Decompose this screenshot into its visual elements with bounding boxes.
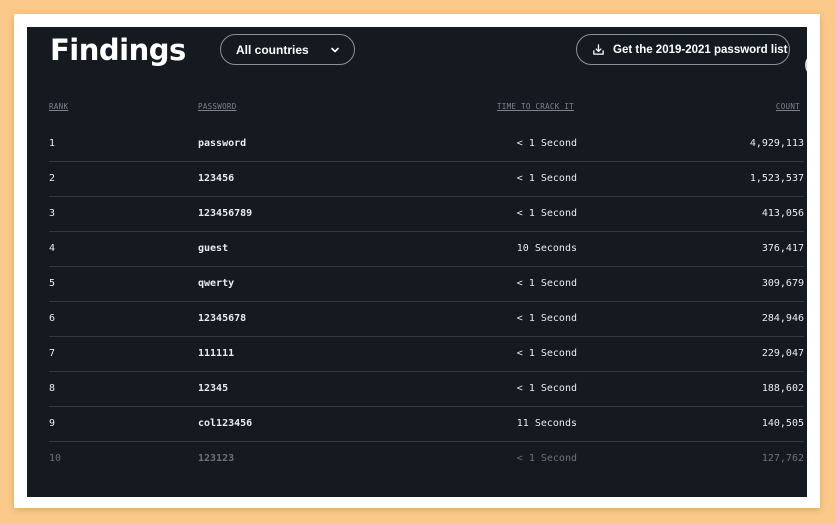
download-list-button[interactable]: Get the 2019-2021 password list: [576, 34, 790, 65]
download-icon: [593, 44, 604, 55]
password-cell: 123456789: [198, 208, 253, 219]
rank-cell: 10: [49, 453, 62, 464]
table-header: RANK PASSWORD TIME TO CRACK IT COUNT: [49, 102, 804, 114]
column-header-time[interactable]: TIME TO CRACK IT: [497, 102, 574, 111]
rank-cell: 7: [49, 348, 56, 359]
password-cell: 123123: [198, 453, 235, 464]
password-cell: 12345: [198, 383, 229, 394]
download-list-label: Get the 2019-2021 password list: [613, 43, 788, 56]
time-cell: < 1 Second: [516, 383, 577, 394]
column-header-rank[interactable]: RANK: [49, 102, 68, 111]
table-row: 7 111111 < 1 Second 229,047: [49, 337, 804, 372]
count-cell: 188,602: [761, 383, 804, 394]
time-cell: < 1 Second: [516, 278, 577, 289]
rank-cell: 8: [49, 383, 56, 394]
rank-cell: 3: [49, 208, 56, 219]
password-cell: password: [198, 138, 247, 149]
time-cell: 10 Seconds: [516, 243, 577, 254]
count-cell: 1,523,537: [749, 173, 804, 184]
chevron-down-icon: [331, 47, 339, 53]
password-cell: 123456: [198, 173, 235, 184]
password-table: 1 password < 1 Second 4,929,113 2 123456…: [49, 127, 804, 477]
time-cell: < 1 Second: [516, 138, 577, 149]
column-header-password[interactable]: PASSWORD: [198, 102, 237, 111]
table-row: 6 12345678 < 1 Second 284,946: [49, 302, 804, 337]
page-title: Findings: [50, 33, 186, 67]
table-row: 3 123456789 < 1 Second 413,056: [49, 197, 804, 232]
password-cell: guest: [198, 243, 229, 254]
time-cell: < 1 Second: [516, 208, 577, 219]
table-row: 8 12345 < 1 Second 188,602: [49, 372, 804, 407]
table-row: 10 123123 < 1 Second 127,762: [49, 442, 804, 477]
count-cell: 284,946: [761, 313, 804, 324]
column-header-count[interactable]: COUNT: [776, 102, 800, 111]
rank-cell: 5: [49, 278, 56, 289]
time-cell: 11 Seconds: [516, 418, 577, 429]
country-select-label: All countries: [236, 42, 309, 57]
table-row: 2 123456 < 1 Second 1,523,537: [49, 162, 804, 197]
rank-cell: 9: [49, 418, 56, 429]
time-cell: < 1 Second: [516, 173, 577, 184]
count-cell: 127,762: [761, 453, 804, 464]
table-row: 4 guest 10 Seconds 376,417: [49, 232, 804, 267]
password-cell: 111111: [198, 348, 235, 359]
count-cell: 309,679: [761, 278, 804, 289]
country-select[interactable]: All countries: [220, 34, 355, 65]
password-cell: col123456: [198, 418, 253, 429]
time-cell: < 1 Second: [516, 313, 577, 324]
password-cell: qwerty: [198, 278, 235, 289]
count-cell: 4,929,113: [749, 138, 804, 149]
time-cell: < 1 Second: [516, 453, 577, 464]
time-cell: < 1 Second: [516, 348, 577, 359]
count-cell: 229,047: [761, 348, 804, 359]
findings-panel: Findings All countries Get the 2019-2021…: [27, 27, 807, 497]
count-cell: 413,056: [761, 208, 804, 219]
table-row: 9 col123456 11 Seconds 140,505: [49, 407, 804, 442]
table-row: 5 qwerty < 1 Second 309,679: [49, 267, 804, 302]
rank-cell: 4: [49, 243, 56, 254]
rank-cell: 1: [49, 138, 56, 149]
count-cell: 140,505: [761, 418, 804, 429]
edge-control-button[interactable]: [805, 53, 807, 77]
table-row: 1 password < 1 Second 4,929,113: [49, 127, 804, 162]
rank-cell: 6: [49, 313, 56, 324]
count-cell: 376,417: [761, 243, 804, 254]
rank-cell: 2: [49, 173, 56, 184]
password-cell: 12345678: [198, 313, 247, 324]
